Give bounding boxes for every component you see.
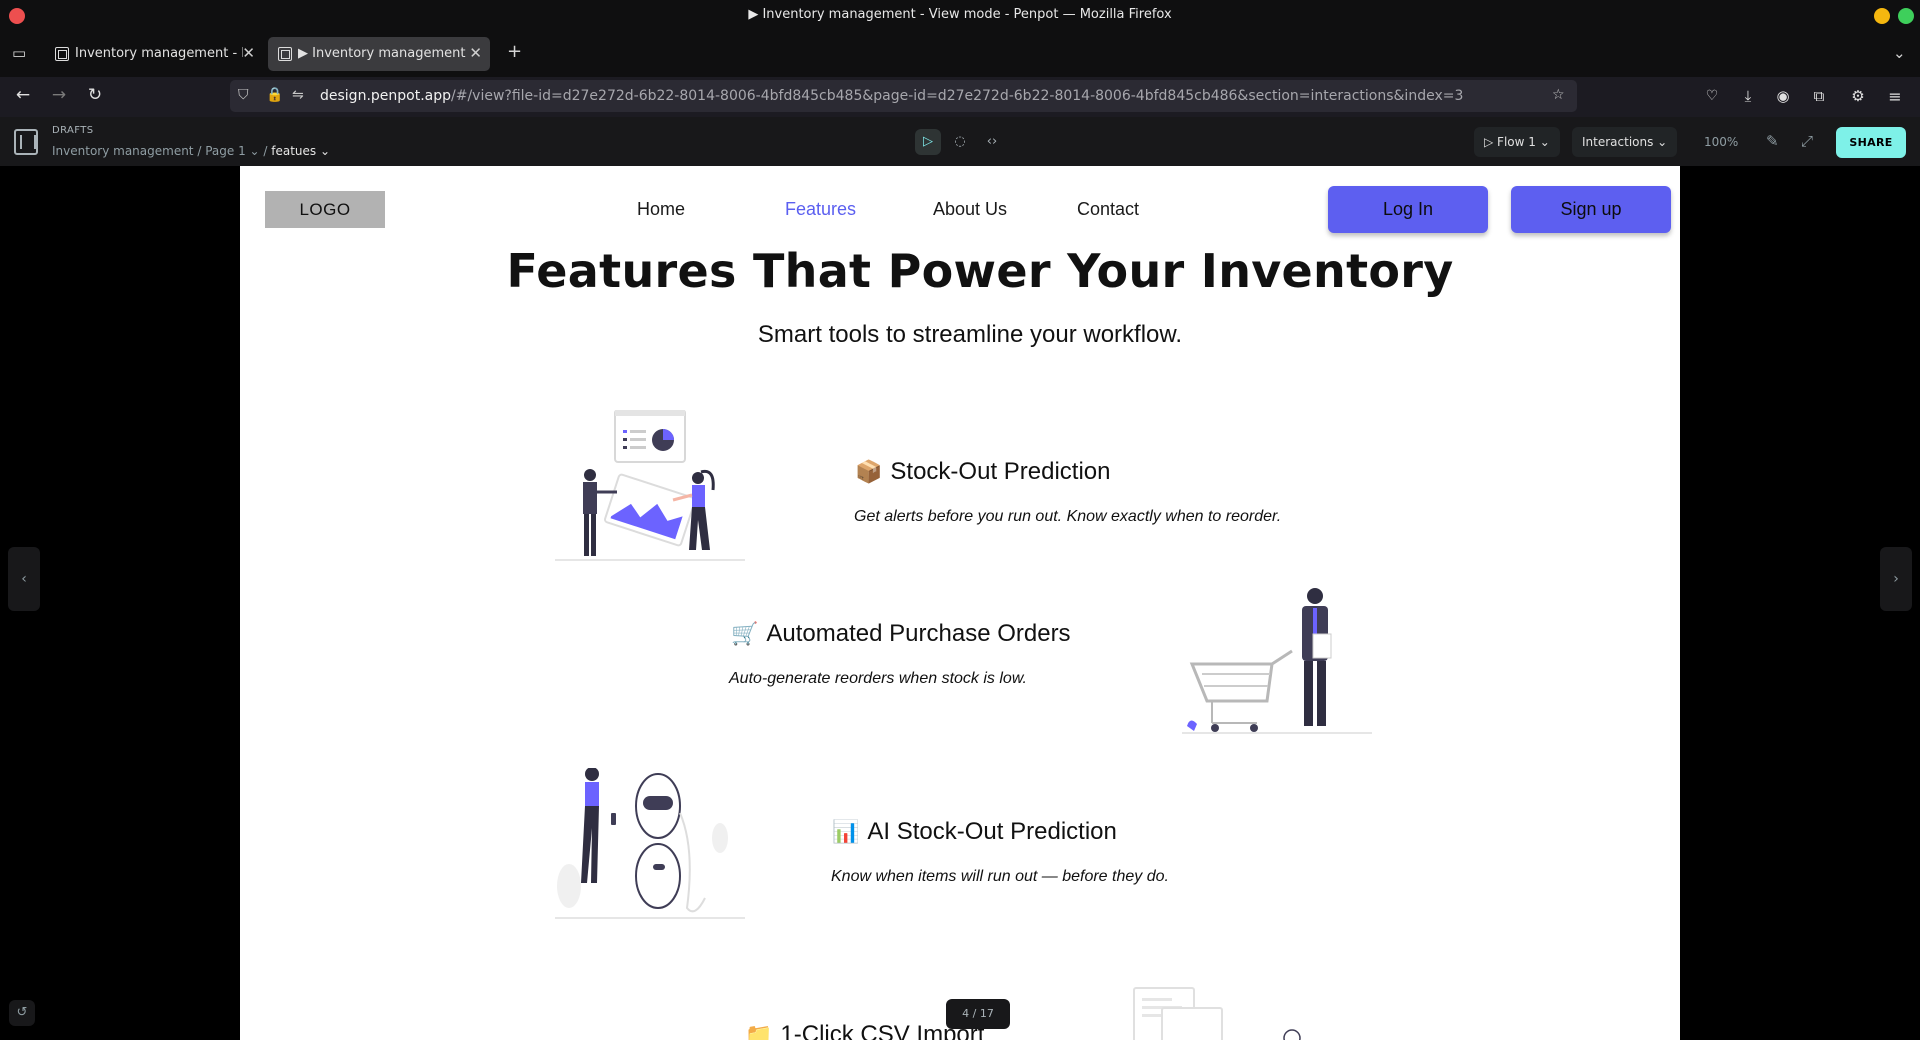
breadcrumb-page[interactable]: Page 1 xyxy=(205,144,246,158)
chevron-down-icon[interactable]: ⌄ xyxy=(320,144,330,158)
breadcrumb-file: Inventory management xyxy=(52,144,194,158)
hero-subtitle: Smart tools to streamline your workflow. xyxy=(757,321,1183,348)
feature-title-ai-prediction: 📊 AI Stock-Out Prediction xyxy=(832,818,1117,846)
folder-icon: 📁 xyxy=(745,1022,773,1040)
nav-link-about[interactable]: About Us xyxy=(933,199,1007,220)
play-icon: ▷ xyxy=(1484,135,1498,149)
analytics-illustration xyxy=(555,410,745,561)
nav-link-contact[interactable]: Contact xyxy=(1077,199,1139,220)
window-titlebar: ▶ Inventory management - View mode - Pen… xyxy=(0,0,1920,31)
penpot-logo-icon[interactable] xyxy=(14,129,38,155)
list-all-tabs-icon[interactable]: ⌄ xyxy=(1893,44,1906,62)
viewer-canvas: ‹ › ↺ LOGO Home Features About Us Contac… xyxy=(0,166,1920,1040)
back-arrow-icon[interactable]: ← xyxy=(11,85,35,105)
shopping-cart-illustration xyxy=(1182,588,1372,734)
site-logo[interactable]: LOGO xyxy=(265,191,385,228)
zoom-level[interactable]: 100% xyxy=(1704,135,1738,149)
history-icon[interactable]: ↺ xyxy=(9,1000,35,1026)
chevron-down-icon: ⌄ xyxy=(1653,135,1668,149)
breadcrumb-board[interactable]: featues xyxy=(271,144,316,158)
extensions-icon[interactable]: ⧉ xyxy=(1807,87,1831,105)
tab-label: ▶ Inventory management - View mode - Pen… xyxy=(298,46,466,61)
window-title: ▶ Inventory management - View mode - Pen… xyxy=(748,7,1172,22)
feature-title-purchase-orders: 🛒 Automated Purchase Orders xyxy=(731,620,1071,648)
package-icon: 📦 xyxy=(855,459,883,484)
tab-strip: ▭ Inventory management - Penpot ✕ ▶ Inve… xyxy=(0,31,1920,77)
edit-pencil-icon[interactable]: ✎ xyxy=(1766,132,1779,150)
interactions-mode-selector[interactable]: Interactions ⌄ xyxy=(1572,127,1678,157)
chevron-down-icon[interactable]: ⌄ xyxy=(250,144,264,158)
login-button[interactable]: Log In xyxy=(1328,186,1488,233)
interactions-label: Interactions xyxy=(1582,135,1654,149)
shield-icon[interactable]: ⛉ xyxy=(238,87,249,103)
forward-arrow-icon[interactable]: → xyxy=(47,85,71,105)
lock-icon[interactable]: 🔒 xyxy=(266,87,283,103)
robot-assistant-illustration xyxy=(555,768,745,919)
hero-title: Features That Power Your Inventory xyxy=(506,244,1454,298)
document-import-illustration xyxy=(1133,987,1301,1040)
chevron-down-icon: ⌄ xyxy=(1535,135,1550,149)
penpot-favicon-icon xyxy=(55,47,69,61)
project-name: DRAFTS xyxy=(52,125,94,136)
new-tab-icon[interactable]: + xyxy=(507,41,522,62)
comments-icon[interactable]: ◌ xyxy=(947,129,973,155)
penpot-viewer-header: DRAFTS Inventory management / Page 1 ⌄ /… xyxy=(0,117,1920,166)
url-path: /#/view?file-id=d27e272d-6b22-8014-8006-… xyxy=(451,88,1464,104)
board-page-counter: 4 / 17 xyxy=(946,999,1010,1029)
reload-icon[interactable]: ↻ xyxy=(83,85,107,105)
feature-desc-stock-out: Get alerts before you run out. Know exac… xyxy=(854,508,1282,525)
browser-tab-view-mode[interactable]: ▶ Inventory management - View mode - Pen… xyxy=(268,37,490,71)
feature-title-text: Stock-Out Prediction xyxy=(890,458,1111,485)
signup-button[interactable]: Sign up xyxy=(1511,186,1671,233)
url-text[interactable]: design.penpot.app/#/view?file-id=d27e272… xyxy=(320,88,1463,104)
navigation-toolbar: ← → ↻ ⛉ 🔒 ⇋ design.penpot.app/#/view?fil… xyxy=(0,77,1920,117)
previous-board-button[interactable]: ‹ xyxy=(8,547,40,611)
penpot-favicon-icon xyxy=(278,47,292,61)
breadcrumb: Inventory management / Page 1 ⌄ / featue… xyxy=(52,144,331,158)
flow-label: Flow 1 xyxy=(1497,135,1536,149)
url-host: design.penpot.app xyxy=(320,88,452,104)
pocket-icon[interactable]: ♡ xyxy=(1700,88,1724,104)
feature-title-text: AI Stock-Out Prediction xyxy=(867,818,1117,845)
menu-icon[interactable]: ≡ xyxy=(1883,87,1907,106)
nav-link-home[interactable]: Home xyxy=(637,199,685,220)
permissions-icon[interactable]: ⇋ xyxy=(292,87,304,103)
tab-close-icon[interactable]: ✕ xyxy=(242,44,255,62)
extension-badge-icon[interactable]: ⚙ xyxy=(1846,87,1870,105)
feature-desc-purchase-orders: Auto-generate reorders when stock is low… xyxy=(729,670,1027,687)
downloads-icon[interactable]: ⤓ xyxy=(1736,87,1760,105)
account-icon[interactable]: ◉ xyxy=(1771,87,1795,105)
bar-chart-icon: 📊 xyxy=(832,819,860,844)
shopping-cart-icon: 🛒 xyxy=(731,621,759,646)
nav-link-features[interactable]: Features xyxy=(785,199,856,220)
window-maximize-button[interactable] xyxy=(1898,8,1914,24)
tab-label: Inventory management - Penpot xyxy=(75,46,243,61)
next-board-button[interactable]: › xyxy=(1880,547,1912,611)
url-bar[interactable]: ⛉ 🔒 ⇋ design.penpot.app/#/view?file-id=d… xyxy=(230,80,1577,112)
feature-title-text: Automated Purchase Orders xyxy=(766,620,1071,647)
share-button[interactable]: SHARE xyxy=(1836,127,1906,158)
tab-close-icon[interactable]: ✕ xyxy=(469,44,482,62)
browser-tab-editor[interactable]: Inventory management - Penpot ✕ xyxy=(45,37,263,71)
inspect-code-icon[interactable]: ‹› xyxy=(979,129,1005,155)
fullscreen-icon[interactable]: ⤢ xyxy=(1801,132,1813,150)
flow-selector[interactable]: ▷ Flow 1 ⌄ xyxy=(1474,127,1560,157)
feature-desc-ai-prediction: Know when items will run out — before th… xyxy=(831,868,1169,885)
design-board-features: LOGO Home Features About Us Contact Log … xyxy=(240,166,1680,1040)
tab-overview-icon[interactable]: ▭ xyxy=(12,44,26,62)
window-minimize-button[interactable] xyxy=(1874,8,1890,24)
feature-title-stock-out: 📦 Stock-Out Prediction xyxy=(855,458,1111,486)
bookmark-star-icon[interactable]: ☆ xyxy=(1552,87,1565,103)
play-mode-icon[interactable]: ▷ xyxy=(915,129,941,155)
